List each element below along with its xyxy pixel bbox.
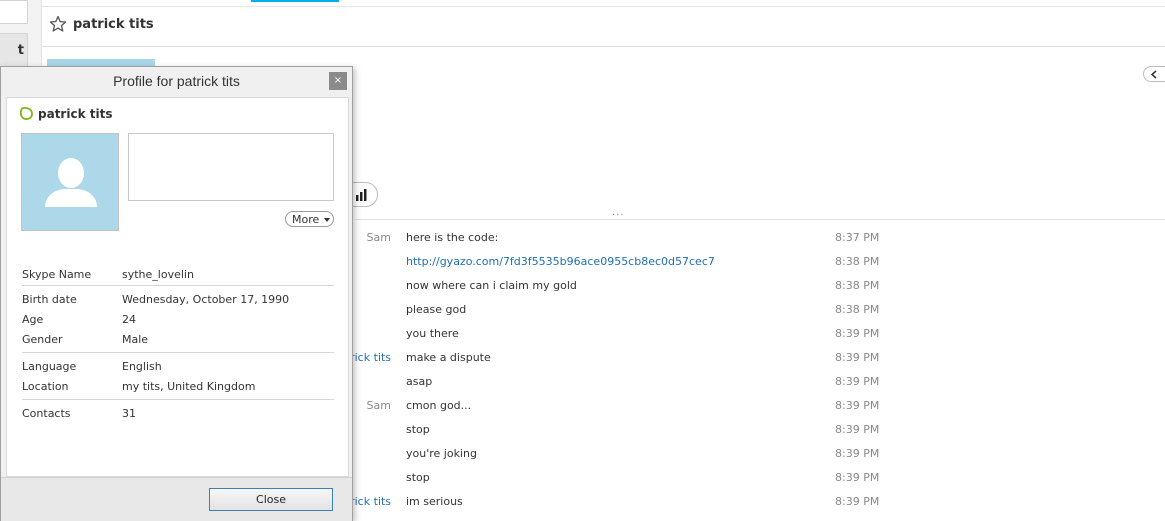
contacts-row: Contacts 31 (22, 407, 334, 423)
age-row: Age 24 (22, 313, 334, 329)
divider (22, 352, 334, 353)
language-label: Language (22, 360, 77, 373)
mood-message-box (128, 133, 334, 201)
user-silhouette-icon (45, 158, 97, 207)
age-value: 24 (122, 313, 136, 326)
gender-label: Gender (22, 333, 63, 346)
message-text: stop (406, 423, 430, 436)
caret-down-icon (324, 218, 330, 222)
message-sender[interactable]: rick tits (350, 351, 391, 364)
location-label: Location (22, 380, 69, 393)
message-text: you're joking (406, 447, 477, 460)
message-timestamp: 8:39 PM (835, 327, 880, 340)
message-timestamp: 8:39 PM (835, 399, 880, 412)
location-row: Location my tits, United Kingdom (22, 380, 334, 396)
birth-date-label: Birth date (22, 293, 77, 306)
skype-name-row: Skype Name sythe_lovelin (22, 268, 334, 284)
close-icon[interactable]: × (329, 72, 347, 90)
more-options-handle[interactable]: ... (612, 207, 625, 218)
profile-dialog: Profile for patrick tits × patrick tits … (0, 66, 353, 521)
message-timestamp: 8:39 PM (835, 471, 880, 484)
dialog-footer: Close (1, 477, 352, 521)
message-timestamp: 8:38 PM (835, 255, 880, 268)
sidebar-nav-button[interactable]: t (0, 33, 28, 69)
message-link[interactable]: http://gyazo.com/7fd3f5535b96ace0955cb8e… (406, 255, 715, 268)
skype-name-value: sythe_lovelin (122, 268, 194, 281)
birth-date-value: Wednesday, October 17, 1990 (122, 293, 290, 306)
message-sender[interactable]: rick tits (350, 495, 391, 508)
gender-row: Gender Male (22, 333, 334, 349)
divider (355, 219, 1165, 220)
status-online-icon (19, 107, 33, 120)
skype-window: t patrick tits ... Sam here is the code: 8… (0, 0, 1165, 521)
star-icon[interactable] (49, 15, 67, 33)
message-text: stop (406, 471, 430, 484)
search-input[interactable] (0, 0, 28, 24)
message-sender: Sam (366, 231, 391, 244)
message-text: im serious (406, 495, 463, 508)
contacts-label: Contacts (22, 407, 71, 420)
more-button[interactable]: More (285, 211, 334, 227)
message-text: make a dispute (406, 351, 491, 364)
profile-name: patrick tits (38, 107, 113, 121)
contacts-value: 31 (122, 407, 136, 420)
message-sender: Sam (366, 399, 391, 412)
collapse-panel-button[interactable] (1143, 66, 1165, 82)
sidebar-nav-label: t (17, 43, 24, 58)
profile-panel: patrick tits More Skype Name sythe_lovel… (6, 97, 349, 477)
location-value: my tits, United Kingdom (122, 380, 256, 393)
birth-date-row: Birth date Wednesday, October 17, 1990 (22, 293, 334, 309)
language-row: Language English (22, 360, 334, 376)
active-tab-indicator (251, 0, 339, 2)
conversation-title: patrick tits (73, 17, 154, 32)
age-label: Age (22, 313, 44, 326)
more-button-label: More (292, 213, 320, 226)
message-text: here is the code: (406, 231, 499, 244)
divider (22, 399, 334, 400)
language-value: English (122, 360, 162, 373)
divider (22, 285, 334, 286)
dialog-titlebar[interactable]: Profile for patrick tits × (1, 67, 352, 95)
skype-name-label: Skype Name (22, 268, 92, 281)
dialog-title: Profile for patrick tits (113, 73, 240, 89)
close-button[interactable]: Close (209, 488, 333, 511)
message-timestamp: 8:37 PM (835, 231, 880, 244)
message-timestamp: 8:38 PM (835, 279, 880, 292)
message-timestamp: 8:39 PM (835, 447, 880, 460)
message-text: please god (406, 303, 467, 316)
message-timestamp: 8:39 PM (835, 351, 880, 364)
message-timestamp: 8:39 PM (835, 495, 880, 508)
conversation-header: patrick tits (42, 7, 1165, 47)
message-text: you there (406, 327, 459, 340)
chevron-left-icon (1150, 70, 1157, 79)
message-text: now where can i claim my gold (406, 279, 577, 292)
profile-avatar (21, 133, 119, 231)
signal-bars-icon (356, 189, 367, 201)
message-timestamp: 8:38 PM (835, 303, 880, 316)
message-text: cmon god... (406, 399, 472, 412)
message-timestamp: 8:39 PM (835, 375, 880, 388)
message-timestamp: 8:39 PM (835, 423, 880, 436)
message-text: asap (406, 375, 433, 388)
gender-value: Male (122, 333, 149, 346)
